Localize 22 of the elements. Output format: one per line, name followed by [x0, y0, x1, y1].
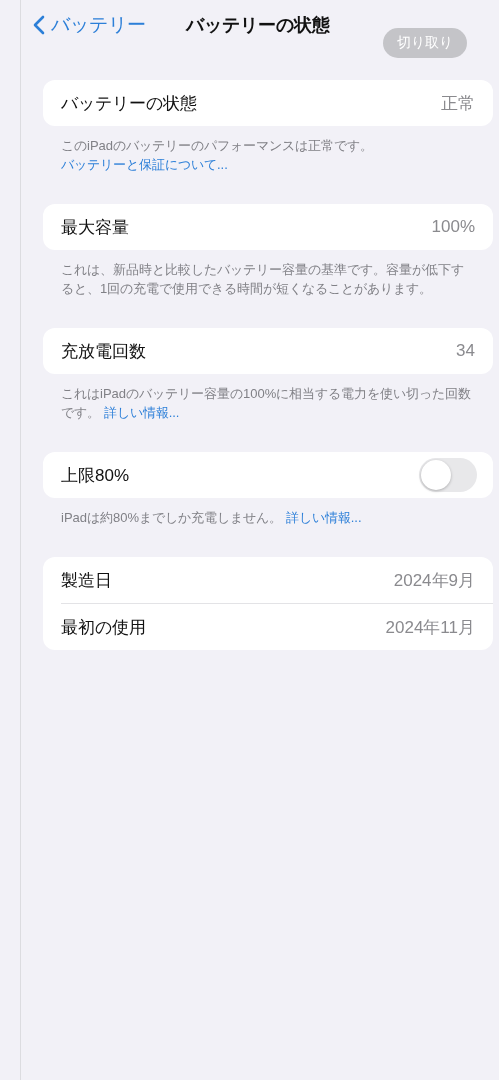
- row-value: 100%: [431, 217, 475, 237]
- row-label: 製造日: [61, 569, 112, 592]
- footer-text: このiPadのバッテリーのパフォーマンスは正常です。 バッテリーと保証について...: [60, 137, 375, 174]
- info-link[interactable]: バッテリーと保証について...: [61, 157, 228, 172]
- info-link[interactable]: 詳しい情報...: [285, 510, 362, 525]
- row-label: バッテリーの状態: [61, 92, 197, 115]
- back-button[interactable]: バッテリー: [33, 12, 146, 38]
- row-value: 34: [456, 341, 475, 361]
- row-value: 正常: [441, 92, 475, 115]
- footer-text: これは、新品時と比較したバッテリー容量の基準です。容量が低下すると、1回の充電で使用できる時間が短くなることがあります。: [60, 261, 465, 298]
- chevron-left-icon: [33, 15, 45, 35]
- row-label: 最初の使用: [61, 616, 146, 639]
- row-value: 2024年11月: [385, 616, 475, 639]
- footer-text: これはiPadのバッテリー容量の100%に相当する電力を使い切った回数です。 詳しい情報...: [60, 385, 473, 422]
- page-title: バッテリーの状態: [186, 14, 330, 37]
- info-link[interactable]: 詳しい情報...: [103, 405, 180, 420]
- row-value: 2024年9月: [393, 569, 475, 592]
- row-label: 充放電回数: [61, 340, 146, 363]
- footer-text: iPadは約80%までしか充電しません。 詳しい情報...: [60, 509, 363, 527]
- toggle-switch[interactable]: [419, 458, 477, 492]
- row-label: 上限80%: [61, 464, 130, 487]
- row-label: 最大容量: [61, 216, 129, 239]
